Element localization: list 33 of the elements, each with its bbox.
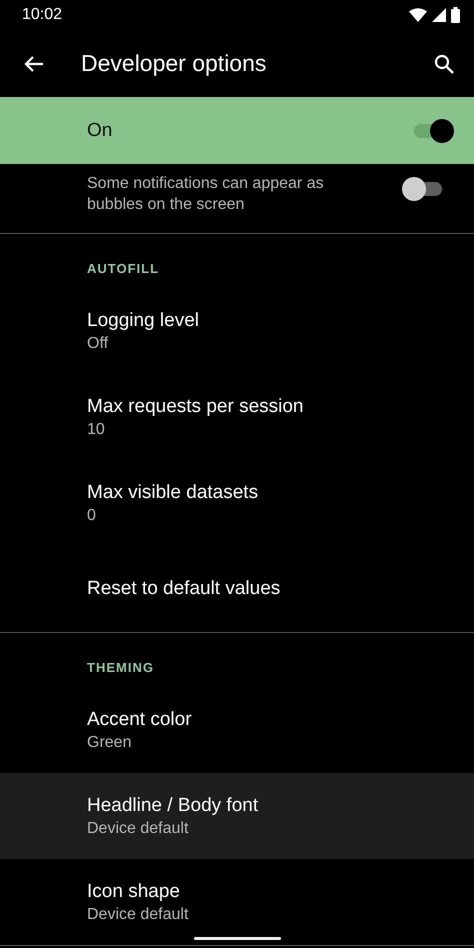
setting-summary: Green: [87, 732, 132, 752]
setting-summary: Off: [87, 334, 110, 354]
settings-item[interactable]: Reset to default values: [0, 546, 474, 632]
setting-title: Max requests per session: [87, 394, 304, 418]
setting-title: Accent color: [87, 708, 193, 732]
settings-item[interactable]: Accent color Green: [0, 687, 474, 773]
settings-item[interactable]: Logging level Off: [0, 288, 474, 374]
setting-title: Logging level: [87, 308, 200, 332]
settings-item[interactable]: Max visible datasets 0: [0, 460, 474, 546]
setting-summary: Some notifications can appear as bubbles on the screen: [87, 174, 325, 215]
setting-title: Icon shape: [87, 880, 181, 904]
back-arrow-icon: [24, 54, 44, 74]
section-header: THEMING: [86, 661, 155, 675]
setting-title: Max visible datasets: [87, 480, 260, 504]
settings-item[interactable]: Headline / Body font Device default: [0, 773, 474, 859]
setting-summary: Device default: [87, 904, 190, 924]
status-time: 10:02: [22, 6, 62, 24]
signal-icon: [432, 8, 446, 22]
section-header: AUTOFILL: [86, 262, 160, 276]
master-switch-bar[interactable]: On: [0, 97, 474, 164]
battery-icon: [451, 7, 460, 23]
setting-title: Reset to default values: [87, 577, 282, 601]
setting-summary: Device default: [87, 818, 190, 838]
search-icon: [434, 54, 454, 74]
home-gesture-bar[interactable]: [194, 936, 280, 940]
setting-summary: 0: [87, 506, 97, 526]
setting-title: Headline / Body font: [87, 794, 260, 818]
setting-summary: 10: [87, 420, 106, 440]
settings-item[interactable]: Icon shape Device default: [0, 859, 474, 945]
settings-item[interactable]: Max requests per session 10: [0, 374, 474, 460]
screen-title: Developer options: [81, 50, 266, 77]
wifi-icon: [409, 8, 427, 22]
master-switch-label: On: [87, 120, 112, 142]
